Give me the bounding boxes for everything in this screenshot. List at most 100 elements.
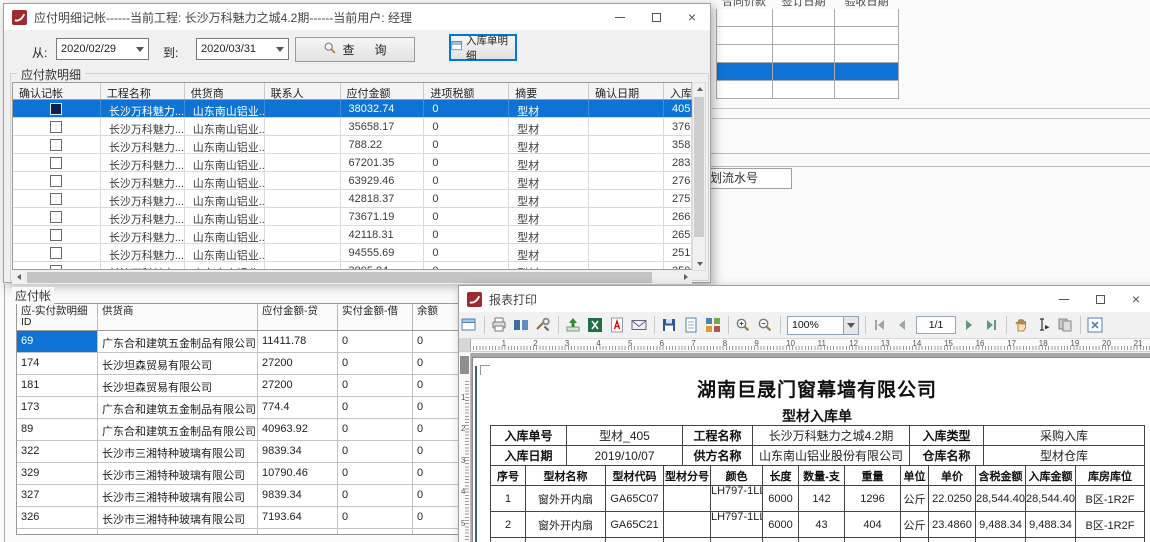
table-row[interactable]: 长沙万科魅力...山东南山铝业...35658.170型材376 bbox=[13, 118, 692, 136]
scroll-down-icon[interactable] bbox=[693, 258, 706, 270]
excel-icon[interactable] bbox=[587, 317, 604, 334]
table-row[interactable]: 长沙万科魅力...山东南山铝业...42118.310型材265 bbox=[13, 226, 692, 244]
zoom-in-icon[interactable] bbox=[735, 317, 752, 334]
zoom-out-icon[interactable] bbox=[757, 317, 774, 334]
column-header[interactable]: 摘要 bbox=[509, 83, 589, 99]
mail-icon[interactable] bbox=[631, 317, 648, 334]
table-row[interactable] bbox=[716, 45, 899, 63]
ruler-thumb[interactable] bbox=[460, 356, 469, 374]
maximize-button[interactable] bbox=[1082, 286, 1118, 312]
scroll-left-icon[interactable] bbox=[12, 271, 25, 283]
column-header[interactable]: 实付金额-借 bbox=[338, 304, 413, 330]
table-row[interactable]: 长沙万科魅力...山东南山铝业...73671.190型材266 bbox=[13, 208, 692, 226]
window-icon[interactable] bbox=[461, 317, 478, 334]
close-button[interactable]: × bbox=[1118, 286, 1150, 312]
toolbar-separator bbox=[1006, 316, 1007, 334]
to-date-value: 2020/03/31 bbox=[197, 43, 271, 55]
column-header[interactable]: 入库 bbox=[664, 83, 692, 99]
column-header: 型材名称 bbox=[526, 466, 606, 486]
table-row[interactable]: 长沙万科魅力...山东南山铝业...67201.350型材283 bbox=[13, 154, 692, 172]
maximize-button[interactable] bbox=[638, 4, 674, 30]
confirm-checkbox[interactable] bbox=[50, 229, 62, 241]
cell: 0 bbox=[338, 397, 413, 418]
column-header[interactable]: 合同价款 bbox=[716, 0, 772, 9]
scrollbar-thumb[interactable] bbox=[694, 97, 704, 237]
column-header[interactable]: 应付金额 bbox=[341, 83, 425, 99]
inbound-detail-button[interactable]: 入库单明细 bbox=[449, 34, 517, 61]
close-button[interactable]: × bbox=[674, 4, 710, 30]
prev-page-icon[interactable] bbox=[894, 317, 911, 334]
column-header[interactable]: 确认记帐 bbox=[13, 83, 101, 99]
cell: 326 bbox=[17, 507, 98, 528]
confirm-checkbox[interactable] bbox=[50, 139, 62, 151]
column-header[interactable]: 联系人 bbox=[265, 83, 341, 99]
column-header[interactable]: 应-实付款明细ID bbox=[17, 304, 98, 330]
column-header[interactable]: 进项税额 bbox=[424, 83, 509, 99]
hand-icon[interactable] bbox=[1013, 317, 1030, 334]
table-row[interactable]: 长沙万科魅力...山东南山铝业...42818.370型材275 bbox=[13, 190, 692, 208]
scroll-up-icon[interactable] bbox=[693, 83, 706, 95]
tools-icon[interactable] bbox=[535, 317, 552, 334]
export-icon[interactable] bbox=[565, 317, 582, 334]
zoom-select[interactable]: 100% bbox=[787, 316, 859, 335]
table-row[interactable]: 长沙万科魅力...山东南山铝业...94555.690型材251 bbox=[13, 244, 692, 262]
scroll-right-icon[interactable] bbox=[679, 271, 692, 283]
column-header[interactable]: 验收日期 bbox=[835, 0, 898, 9]
query-button[interactable]: 查 询 bbox=[295, 37, 415, 62]
minimize-button[interactable] bbox=[602, 4, 638, 30]
table-row[interactable]: 长沙万科魅力...山东南山铝业...63929.460型材276 bbox=[13, 172, 692, 190]
chevron-down-icon[interactable] bbox=[271, 39, 288, 59]
table-row[interactable] bbox=[716, 9, 899, 27]
minimize-button[interactable] bbox=[1046, 286, 1082, 312]
first-page-icon[interactable] bbox=[872, 317, 889, 334]
table-row[interactable]: 长沙万科魅力...山东南山铝业...788.220型材358 bbox=[13, 136, 692, 154]
cell: 山东南山铝业... bbox=[185, 262, 265, 270]
grid-icon[interactable] bbox=[705, 317, 722, 334]
book-icon[interactable] bbox=[513, 317, 530, 334]
copy-icon[interactable] bbox=[1057, 317, 1074, 334]
printer-icon[interactable] bbox=[491, 317, 508, 334]
report-detail-row bbox=[491, 538, 1145, 542]
confirm-checkbox[interactable] bbox=[50, 157, 62, 169]
page-number-input[interactable]: 1/1 bbox=[916, 316, 956, 334]
cell: 长沙市三湘特种玻璃有限公司 bbox=[98, 463, 258, 484]
table-row[interactable]: 长沙万科魅力...山东南山铝业...38032.740型材405 bbox=[13, 100, 692, 118]
cell bbox=[13, 244, 101, 261]
horizontal-scrollbar[interactable] bbox=[12, 271, 692, 284]
confirm-checkbox[interactable] bbox=[50, 211, 62, 223]
next-page-icon[interactable] bbox=[961, 317, 978, 334]
text-select-icon[interactable] bbox=[1035, 317, 1052, 334]
close-icon[interactable] bbox=[1087, 317, 1104, 334]
save-icon[interactable] bbox=[661, 317, 678, 334]
scrollbar-thumb[interactable] bbox=[27, 272, 652, 283]
column-header[interactable]: 供货商 bbox=[98, 304, 258, 330]
table-row[interactable] bbox=[716, 27, 899, 45]
confirm-checkbox[interactable] bbox=[50, 121, 62, 133]
chevron-down-icon[interactable] bbox=[131, 39, 148, 59]
confirm-checkbox[interactable] bbox=[50, 247, 62, 259]
cell: 89 bbox=[17, 419, 98, 440]
confirm-checkbox[interactable] bbox=[50, 175, 62, 187]
column-header[interactable]: 应付金额-贷 bbox=[258, 304, 338, 330]
dropdown-arrow-icon[interactable] bbox=[843, 317, 858, 334]
to-date-select[interactable]: 2020/03/31 bbox=[196, 38, 289, 60]
cell: 公斤 bbox=[901, 512, 929, 538]
cell bbox=[589, 262, 664, 270]
page-icon[interactable] bbox=[683, 317, 700, 334]
column-header[interactable]: 确认日期 bbox=[589, 83, 664, 99]
column-header[interactable]: 工程名称 bbox=[101, 83, 185, 99]
pdf-icon[interactable] bbox=[609, 317, 626, 334]
table-row[interactable]: 长沙万科魅力...山东南山铝业...3895.840型材250 bbox=[13, 262, 692, 270]
confirm-checkbox[interactable] bbox=[50, 193, 62, 205]
table-row[interactable] bbox=[716, 81, 899, 99]
column-header[interactable]: 签订日期 bbox=[772, 0, 835, 9]
last-page-icon[interactable] bbox=[983, 317, 1000, 334]
table-row[interactable] bbox=[716, 63, 899, 81]
cell: 94555.69 bbox=[341, 244, 425, 261]
from-date-select[interactable]: 2020/02/29 bbox=[56, 38, 149, 60]
column-header[interactable]: 供货商 bbox=[185, 83, 265, 99]
confirm-checkbox[interactable] bbox=[50, 103, 62, 115]
confirm-checkbox[interactable] bbox=[50, 265, 62, 271]
info-label: 供方名称 bbox=[683, 446, 753, 466]
vertical-scrollbar[interactable] bbox=[692, 82, 706, 271]
